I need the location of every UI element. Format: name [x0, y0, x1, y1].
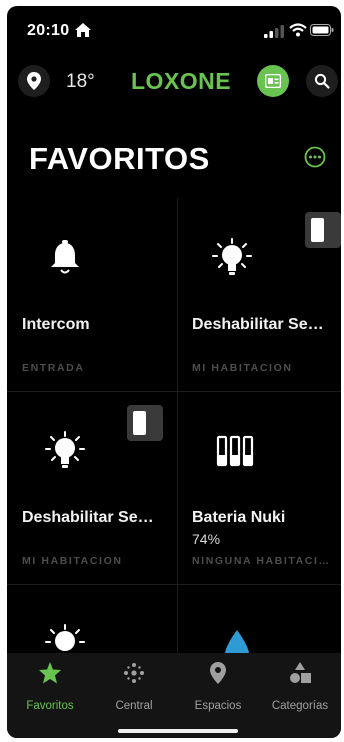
app-screen: 20:10 18° LOXONE FAVORITOS Intercom ENTR… [7, 6, 341, 738]
tab-espacios[interactable]: Espacios [177, 661, 259, 712]
location-pin-icon [210, 662, 226, 684]
tile-name: Bateria Nuki [192, 509, 286, 526]
tile-name: Deshabilitar Se… [22, 509, 154, 526]
tile-name: Intercom [22, 316, 90, 333]
tile-room: NINGUNA HABITACI… [192, 555, 331, 567]
location-pin-icon [27, 72, 41, 90]
status-bar: 20:10 [7, 6, 341, 52]
home-indicator [118, 729, 238, 733]
location-button[interactable] [18, 65, 50, 97]
tile-value: 74% [192, 531, 221, 547]
tab-label: Categorías [271, 700, 329, 712]
lightbulb-icon [45, 431, 85, 468]
temperature-label: 18° [66, 71, 95, 92]
wifi-icon [289, 23, 307, 37]
tile-room: ENTRADA [22, 362, 85, 374]
status-time: 20:10 [27, 22, 70, 39]
tile-toggle[interactable] [127, 405, 163, 441]
tab-categorias[interactable]: Categorías [259, 661, 341, 712]
presence-button[interactable] [257, 65, 289, 97]
lightbulb-icon [212, 238, 252, 275]
central-dots-icon [124, 663, 144, 683]
home-icon [75, 23, 91, 37]
favorite-tile-disable-security[interactable]: Deshabilitar Se… MI HABITACION [177, 198, 341, 390]
tab-favoritos[interactable]: Favoritos [9, 661, 91, 712]
search-icon [314, 73, 330, 89]
battery-bars-icon [216, 435, 254, 467]
battery-icon [310, 24, 334, 36]
loxone-logo: LOXONE [131, 68, 232, 94]
tab-label: Espacios [194, 700, 242, 712]
tab-label: Central [115, 700, 153, 712]
tab-label: Favoritos [26, 700, 74, 712]
page-title: FAVORITOS [29, 141, 210, 176]
favorite-tile-nuki-battery[interactable]: Bateria Nuki 74% NINGUNA HABITACI… [177, 391, 341, 583]
id-card-icon [265, 74, 281, 88]
tile-room: MI HABITACION [192, 362, 293, 374]
cell-signal-icon [264, 25, 284, 38]
favorite-tile-disable-security-2[interactable]: Deshabilitar Se… MI HABITACION [7, 391, 173, 583]
bell-icon [51, 240, 79, 274]
tile-room: MI HABITACION [22, 555, 123, 567]
search-button[interactable] [306, 65, 338, 97]
tab-central[interactable]: Central [93, 661, 175, 712]
tile-toggle[interactable] [305, 212, 341, 248]
bottom-tab-bar: Favoritos Central Espacios Categorías [7, 653, 341, 738]
favorite-tile-intercom[interactable]: Intercom ENTRADA [7, 198, 173, 390]
more-options-icon[interactable] [304, 146, 326, 168]
top-bar: 18° LOXONE [7, 62, 341, 102]
categories-icon [290, 662, 311, 683]
star-icon [39, 662, 61, 684]
tile-name: Deshabilitar Se… [192, 316, 324, 333]
